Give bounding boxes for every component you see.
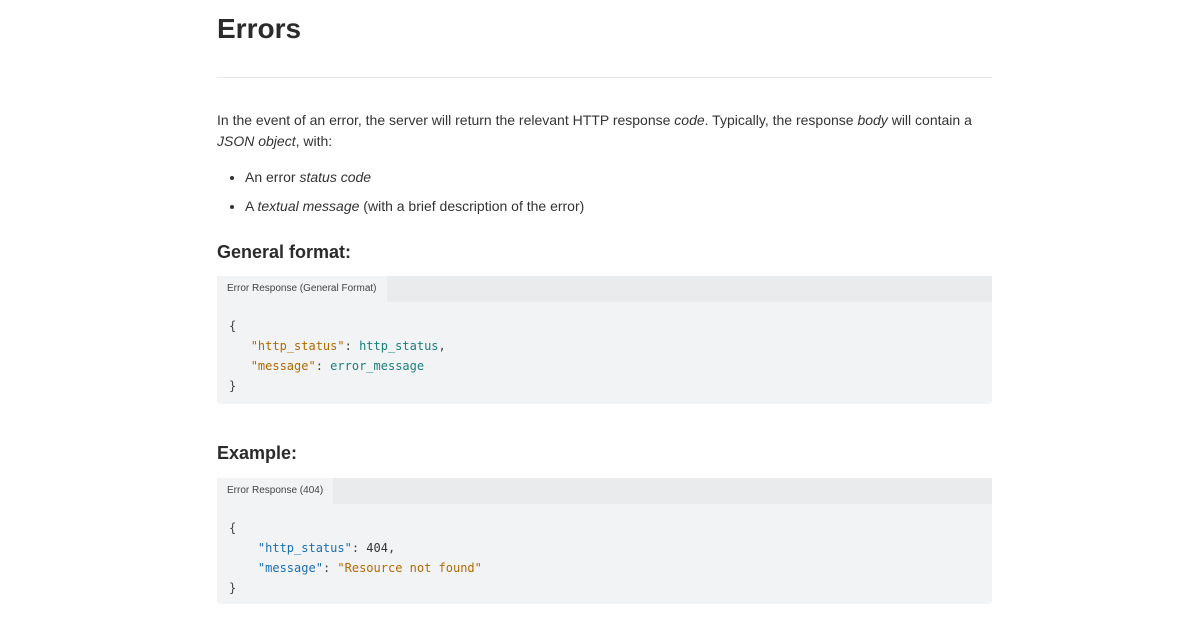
intro-text-2: . Typically, the response [704,112,858,128]
intro-text-1: In the event of an error, the server wil… [217,112,675,128]
code-tab-bar: Error Response (General Format) [217,276,992,302]
page-title: Errors [217,13,302,44]
tab-general-format[interactable]: Error Response (General Format) [217,276,387,302]
example-code-block: Error Response (404) { "http_status": 40… [217,478,992,604]
bullet-list: An error status code A textual message (… [217,167,584,225]
list-item: An error status code [217,167,584,196]
intro-text-4: , with: [295,133,333,149]
code-content: { "http_status": http_status, "message":… [229,319,446,393]
intro-text-3: will contain a [887,112,972,128]
intro-paragraph: In the event of an error, the server wil… [217,110,992,152]
tab-error-404[interactable]: Error Response (404) [217,478,334,504]
code-tab-bar: Error Response (404) [217,478,992,504]
intro-body-word: body [857,112,888,128]
intro-json-word: JSON object [217,133,296,149]
code-content: { "http_status": 404, "message": "Resour… [229,521,482,595]
general-format-code-block: Error Response (General Format) { "http_… [217,276,992,404]
example-heading: Example: [217,443,298,463]
intro-code-word: code [674,112,705,128]
general-format-heading: General format: [217,242,352,262]
list-item: A textual message (with a brief descript… [217,196,584,225]
divider [217,77,992,78]
